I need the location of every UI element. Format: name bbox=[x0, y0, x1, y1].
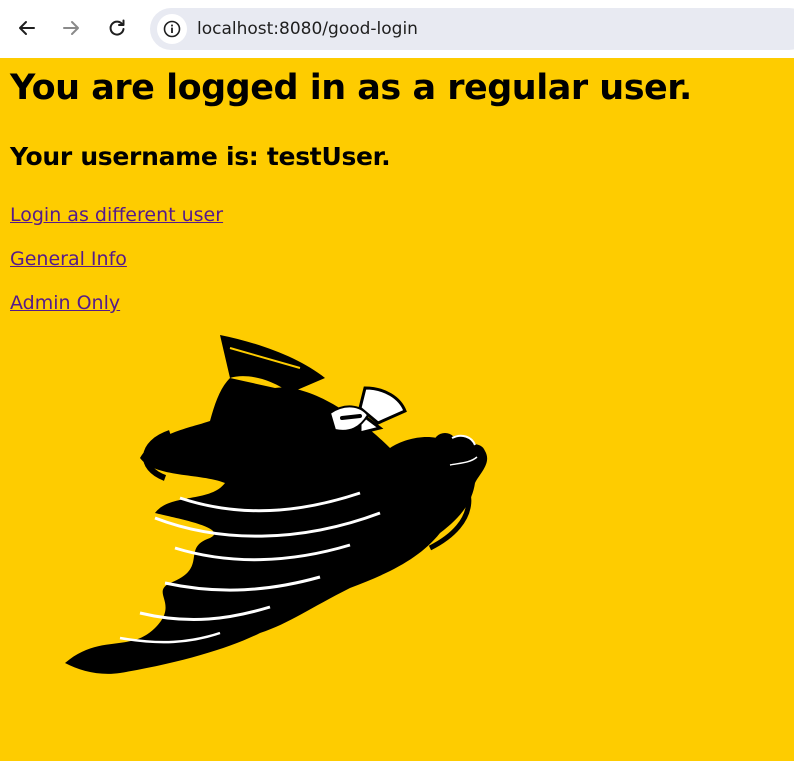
general-info-link[interactable]: General Info bbox=[10, 248, 127, 270]
info-icon bbox=[163, 20, 181, 38]
login-different-user-link[interactable]: Login as different user bbox=[10, 204, 223, 226]
url-text[interactable]: localhost:8080/good-login bbox=[197, 19, 418, 39]
reload-button[interactable] bbox=[99, 10, 135, 46]
reload-icon bbox=[109, 19, 125, 36]
page-title: You are logged in as a regular user. bbox=[10, 68, 692, 108]
cardinal-tornado-mascot bbox=[65, 333, 488, 674]
browser-toolbar: localhost:8080/good-login bbox=[0, 0, 794, 58]
back-button[interactable] bbox=[9, 10, 45, 46]
site-info-button[interactable] bbox=[157, 14, 187, 44]
admin-only-link[interactable]: Admin Only bbox=[10, 292, 120, 314]
back-arrow-icon bbox=[19, 21, 35, 35]
address-bar[interactable]: localhost:8080/good-login bbox=[150, 8, 794, 50]
forward-button[interactable] bbox=[53, 10, 89, 46]
forward-arrow-icon bbox=[63, 21, 79, 35]
page-content: You are logged in as a regular user. You… bbox=[0, 58, 794, 761]
username-heading: Your username is: testUser. bbox=[10, 142, 391, 171]
